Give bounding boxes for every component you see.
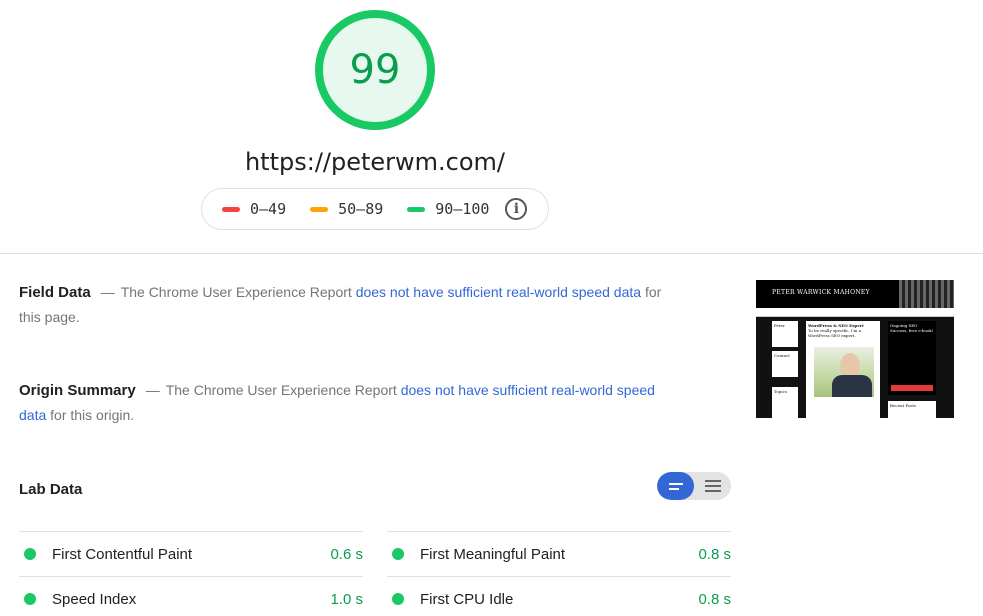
expanded-view-icon-line	[704, 485, 721, 487]
thumb-widget: Topics	[772, 387, 798, 418]
metric-divider	[19, 576, 363, 577]
origin-summary-text-end: for this origin.	[50, 407, 135, 423]
metric-value: 0.8 s	[698, 590, 731, 608]
thumb-main-subtitle: To be really specific, I'm a WordPress S…	[808, 328, 862, 338]
thumb-signup-title: Ongoing SEO Success, free e-book!	[890, 323, 934, 333]
metric-first-meaningful-paint: First Meaningful Paint 0.8 s	[387, 542, 731, 566]
compact-view-icon-line	[668, 487, 679, 490]
expanded-view-icon	[704, 480, 721, 482]
expanded-view-icon-line	[704, 490, 721, 492]
origin-summary-section: Origin Summary — The Chrome User Experienc…	[19, 378, 679, 428]
expanded-view-button[interactable]	[694, 472, 731, 500]
pass-indicator-icon	[24, 593, 36, 605]
metric-name: First Contentful Paint	[52, 545, 193, 563]
header-divider	[0, 253, 983, 254]
legend-label: 50–89	[338, 200, 384, 218]
origin-summary-title: Origin Summary	[19, 382, 136, 399]
metric-name: First Meaningful Paint	[420, 545, 566, 563]
separator-dash: —	[145, 382, 160, 398]
metric-value: 0.8 s	[698, 545, 731, 563]
field-data-title: Field Data	[19, 284, 91, 301]
metric-divider	[387, 531, 731, 532]
pass-indicator-icon	[392, 548, 404, 560]
legend-item-pass: 90–100	[407, 200, 489, 218]
metric-speed-index: Speed Index 1.0 s	[19, 587, 363, 611]
field-data-text: The Chrome User Experience Report	[120, 284, 352, 300]
compact-view-icon	[668, 482, 683, 485]
metric-first-cpu-idle: First CPU Idle 0.8 s	[387, 587, 731, 611]
thumb-header-image	[899, 280, 954, 308]
compact-view-button[interactable]	[657, 472, 694, 500]
field-data-section: Field Data — The Chrome User Experience Re…	[19, 280, 679, 330]
metric-divider	[387, 576, 731, 577]
thumb-signup-button	[891, 385, 933, 391]
metric-divider	[19, 531, 363, 532]
thumb-widget: Peter	[772, 321, 798, 347]
pass-indicator-icon	[24, 548, 36, 560]
pass-indicator-icon	[392, 593, 404, 605]
thumb-nav-bar	[756, 308, 954, 317]
thumb-widget-label: Topics	[774, 389, 787, 394]
thumb-recent-posts: Recent Posts	[888, 401, 936, 418]
thumb-portrait-photo	[814, 347, 874, 397]
legend-bar-orange	[310, 206, 329, 212]
metric-value: 1.0 s	[330, 590, 363, 608]
thumb-suit	[832, 375, 872, 397]
separator-dash: —	[100, 284, 115, 300]
lab-data-title: Lab Data	[19, 481, 83, 498]
thumb-widget: Contact	[772, 351, 798, 377]
view-toggle[interactable]	[657, 472, 731, 500]
performance-score-gauge: 99	[315, 10, 435, 130]
metric-name: Speed Index	[52, 590, 137, 608]
thumb-widget-label: Contact	[774, 353, 790, 358]
metric-value: 0.6 s	[330, 545, 363, 563]
origin-summary-text: The Chrome User Experience Report	[165, 382, 397, 398]
legend-label: 90–100	[435, 200, 490, 218]
legend-bar-green	[407, 206, 426, 212]
legend-bar-red	[222, 206, 240, 212]
legend-item-fail: 0–49	[222, 200, 286, 218]
score-legend: 0–49 50–89 90–100 i	[201, 188, 549, 230]
legend-label: 0–49	[250, 200, 287, 218]
info-icon[interactable]: i	[505, 198, 528, 220]
field-data-link[interactable]: does not have sufficient real-world spee…	[356, 284, 641, 300]
performance-score: 99	[349, 47, 401, 93]
thumb-recent-posts-label: Recent Posts	[890, 403, 917, 408]
legend-item-average: 50–89	[310, 200, 383, 218]
tested-url: https://peterwm.com/	[244, 148, 506, 176]
thumb-body: Peter Contact Topics WordPress & SEO Exp…	[756, 317, 954, 418]
metric-name: First CPU Idle	[420, 590, 514, 608]
metric-first-contentful-paint: First Contentful Paint 0.6 s	[19, 542, 363, 566]
thumb-sidebar-signup: Ongoing SEO Success, free e-book!	[888, 321, 936, 395]
thumb-widget-label: Peter	[774, 323, 785, 328]
page-screenshot-thumbnail: PETER WARWICK MAHONEY Peter Contact Topi…	[756, 280, 954, 418]
